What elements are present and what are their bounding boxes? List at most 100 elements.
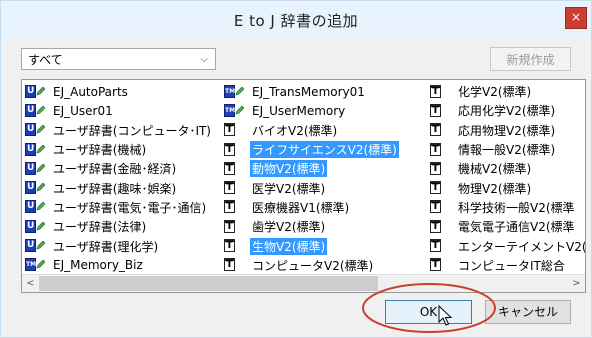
list-item[interactable]: 情報一般V2(標準) bbox=[430, 140, 585, 159]
list-item[interactable]: バイオV2(標準) bbox=[224, 121, 399, 140]
standard-dictionary-icon bbox=[224, 239, 246, 253]
list-item[interactable]: エンターテイメントV2(標準 bbox=[430, 236, 586, 255]
list-item-label: ライフサイエンスV2(標準) bbox=[250, 141, 399, 159]
list-item[interactable]: 物理V2(標準) bbox=[430, 178, 585, 197]
list-item-label: 科学技術一般V2(標準 bbox=[458, 200, 575, 215]
standard-dictionary-icon bbox=[430, 219, 452, 234]
standard-dictionary-icon bbox=[224, 161, 246, 176]
standard-dictionary-icon bbox=[224, 219, 246, 234]
list-item-label: ユーザ辞書(法律) bbox=[53, 220, 147, 235]
standard-dictionary-icon bbox=[430, 123, 452, 137]
chevron-down-icon: ⌵ bbox=[200, 54, 208, 65]
standard-dictionary-icon bbox=[224, 200, 246, 214]
list-item-label: EJ_Memory_Biz bbox=[53, 258, 143, 273]
list-item[interactable]: EJ_AutoParts bbox=[25, 82, 213, 101]
list-item[interactable]: EJ_Memory_Biz bbox=[25, 256, 213, 275]
dictionary-column-2: EJ_TransMemory01 EJ_UserMemory バイオV2(標準) ライ… bbox=[224, 82, 399, 275]
list-item-label: ユーザ辞書(電気･電子･通信) bbox=[53, 200, 207, 215]
annotation-ring bbox=[362, 283, 496, 333]
user-dictionary-icon bbox=[25, 161, 47, 176]
translation-memory-icon bbox=[224, 84, 246, 99]
user-dictionary-icon bbox=[25, 239, 47, 253]
list-item[interactable]: 電気電子通信V2(標準 bbox=[430, 217, 585, 236]
list-item-label: 応用化学V2(標準) bbox=[458, 104, 556, 119]
user-dictionary-icon bbox=[25, 142, 47, 157]
list-item[interactable]: ユーザ辞書(趣味･娯楽) bbox=[25, 178, 213, 197]
list-item-label: 物理V2(標準) bbox=[458, 181, 532, 196]
list-item-label: 医学V2(標準) bbox=[252, 181, 326, 196]
list-item-label: 医療機器V1(標準) bbox=[252, 200, 350, 215]
dialog-title: E to J 辞書の追加 bbox=[233, 12, 359, 30]
list-item[interactable]: ユーザ辞書(コンピュータ･IT) bbox=[25, 121, 213, 140]
standard-dictionary-icon bbox=[430, 161, 452, 176]
scrollbar-thumb[interactable] bbox=[39, 276, 378, 291]
list-item[interactable]: 動物V2(標準) bbox=[224, 159, 399, 178]
standard-dictionary-icon bbox=[430, 200, 452, 214]
dictionary-list[interactable]: EJ_AutoParts EJ_User01 ユーザ辞書(コンピュータ･IT) ユーザ… bbox=[21, 79, 586, 293]
user-dictionary-icon bbox=[25, 123, 47, 137]
standard-dictionary-icon bbox=[430, 142, 452, 157]
list-item[interactable]: ユーザ辞書(金融･経済) bbox=[25, 159, 213, 178]
standard-dictionary-icon bbox=[430, 239, 452, 253]
list-item-label: 応用物理V2(標準) bbox=[458, 123, 556, 138]
user-dictionary-icon bbox=[25, 219, 47, 234]
close-button[interactable]: × bbox=[565, 7, 587, 29]
list-item-label: 情報一般V2(標準) bbox=[458, 143, 556, 158]
list-item-label: コンピュータIT総合 bbox=[458, 258, 565, 273]
list-item-label: 機械V2(標準) bbox=[458, 162, 532, 177]
list-item[interactable]: 生物V2(標準) bbox=[224, 236, 399, 255]
title-bar: E to J 辞書の追加 × bbox=[1, 1, 591, 39]
standard-dictionary-icon bbox=[430, 103, 452, 118]
cancel-button[interactable]: キャンセル bbox=[485, 300, 571, 324]
list-item[interactable]: 応用物理V2(標準) bbox=[430, 121, 585, 140]
list-item[interactable]: 機械V2(標準) bbox=[430, 159, 585, 178]
list-item[interactable]: EJ_UserMemory bbox=[224, 101, 399, 120]
user-dictionary-icon bbox=[25, 200, 47, 214]
list-item[interactable]: ユーザ辞書(機械) bbox=[25, 140, 213, 159]
list-item[interactable]: 応用化学V2(標準) bbox=[430, 101, 585, 120]
list-item-label: EJ_UserMemory bbox=[252, 103, 346, 118]
horizontal-scrollbar[interactable]: < > bbox=[22, 274, 585, 292]
list-item-label: ユーザ辞書(金融･経済) bbox=[53, 162, 177, 177]
list-item-label: EJ_AutoParts bbox=[53, 84, 128, 99]
dictionary-column-3: 化学V2(標準) 応用化学V2(標準) 応用物理V2(標準) 情報一般V2(標準) 機械… bbox=[430, 82, 586, 275]
filter-dropdown[interactable]: すべて ⌵ bbox=[21, 48, 216, 70]
standard-dictionary-icon bbox=[430, 84, 452, 99]
list-item-label: 化学V2(標準) bbox=[458, 85, 532, 100]
list-item[interactable]: コンピュータV2(標準) bbox=[224, 256, 399, 275]
list-item-label: EJ_TransMemory01 bbox=[252, 84, 365, 99]
list-item[interactable]: 歯学V2(標準) bbox=[224, 217, 399, 236]
list-item-label: 歯学V2(標準) bbox=[252, 220, 326, 235]
new-button[interactable]: 新規作成 bbox=[490, 47, 571, 71]
list-item[interactable]: ライフサイエンスV2(標準) bbox=[224, 140, 399, 159]
user-dictionary-icon bbox=[25, 103, 47, 118]
list-item-label: バイオV2(標準) bbox=[252, 123, 338, 138]
list-item[interactable]: EJ_User01 bbox=[25, 101, 213, 120]
scroll-left-button[interactable]: < bbox=[22, 275, 39, 292]
list-item[interactable]: ユーザ辞書(電気･電子･通信) bbox=[25, 198, 213, 217]
list-item[interactable]: 医学V2(標準) bbox=[224, 178, 399, 197]
list-item-label: ユーザ辞書(機械) bbox=[53, 143, 147, 158]
list-item-label: 動物V2(標準) bbox=[250, 160, 328, 178]
list-item-label: 生物V2(標準) bbox=[250, 237, 328, 255]
standard-dictionary-icon bbox=[430, 258, 452, 272]
translation-memory-icon bbox=[25, 258, 47, 272]
list-item[interactable]: 医療機器V1(標準) bbox=[224, 198, 399, 217]
list-item-label: ユーザ辞書(理化学) bbox=[53, 239, 159, 254]
list-item[interactable]: EJ_TransMemory01 bbox=[224, 82, 399, 101]
list-item[interactable]: ユーザ辞書(理化学) bbox=[25, 236, 213, 255]
list-item[interactable]: ユーザ辞書(法律) bbox=[25, 217, 213, 236]
scroll-right-button[interactable]: > bbox=[568, 275, 585, 292]
list-item-label: ユーザ辞書(趣味･娯楽) bbox=[53, 181, 177, 196]
list-item[interactable]: 科学技術一般V2(標準 bbox=[430, 198, 585, 217]
list-item-label: ユーザ辞書(コンピュータ･IT) bbox=[53, 123, 211, 138]
list-item-label: EJ_User01 bbox=[53, 103, 113, 118]
standard-dictionary-icon bbox=[224, 142, 246, 157]
filter-value: すべて bbox=[28, 53, 63, 67]
list-item[interactable]: 化学V2(標準) bbox=[430, 82, 585, 101]
translation-memory-icon bbox=[224, 103, 246, 118]
list-item-label: コンピュータV2(標準) bbox=[252, 258, 374, 273]
list-item-label: エンターテイメントV2(標準 bbox=[458, 239, 586, 254]
standard-dictionary-icon bbox=[224, 123, 246, 137]
list-item[interactable]: コンピュータIT総合 bbox=[430, 256, 585, 275]
